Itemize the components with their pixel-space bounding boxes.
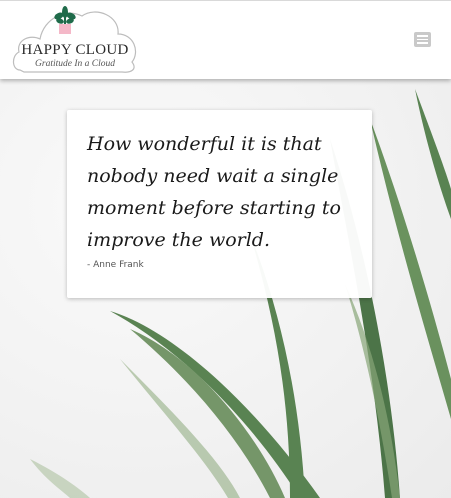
brand-name: HAPPY CLOUD [21,42,129,58]
hamburger-menu-icon[interactable] [414,32,431,47]
quote-text: How wonderful it is that nobody need wai… [87,133,341,251]
site-header: HAPPY CLOUD Gratitude In a Cloud [0,0,451,79]
brand-tagline: Gratitude In a Cloud [35,59,115,69]
quote-author: - Anne Frank [87,260,144,270]
flower-pot-icon [59,24,71,34]
site-logo[interactable]: HAPPY CLOUD Gratitude In a Cloud [10,4,140,74]
quote-card: How wonderful it is that nobody need wai… [67,110,372,298]
